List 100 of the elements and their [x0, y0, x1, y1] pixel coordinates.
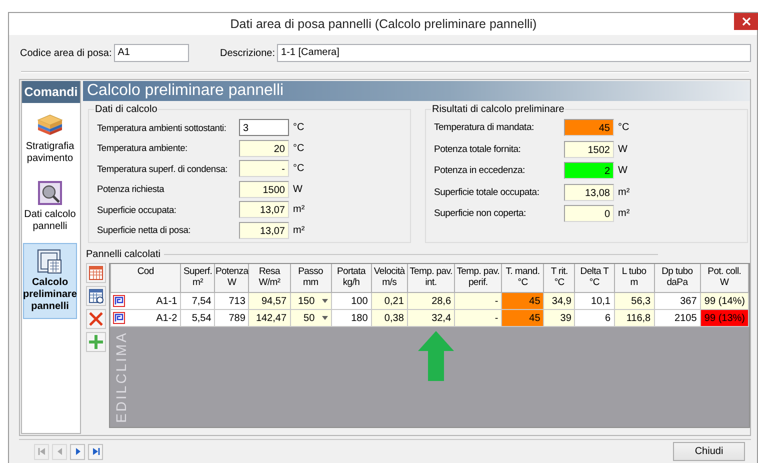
- field-label: Temperatura ambiente:: [97, 143, 188, 154]
- field-label: Superficie non coperta:: [434, 208, 527, 220]
- value-field[interactable]: 13,07: [239, 201, 289, 218]
- close-button[interactable]: [734, 13, 758, 30]
- cell-text: A1-1: [156, 296, 178, 306]
- table-cell: 789: [214, 310, 249, 326]
- skip-icon: [36, 447, 46, 456]
- table-cell: 2105: [654, 310, 700, 326]
- last-button[interactable]: [88, 444, 103, 460]
- table-icon: [88, 265, 104, 281]
- value-field[interactable]: 20: [239, 140, 289, 157]
- close-button[interactable]: Chiudi: [673, 442, 745, 461]
- caret-icon: [322, 316, 328, 320]
- field-label: Temperatura ambienti sottostanti:: [97, 122, 228, 132]
- table-cell: 28,6: [407, 292, 455, 310]
- table-cell: 39: [544, 310, 575, 326]
- delete-icon: [88, 311, 104, 327]
- field-label: Potenza in eccedenza:: [434, 165, 526, 176]
- column-header: Temp. pav. int.: [407, 264, 455, 292]
- column-header: Delta T °C: [574, 264, 614, 292]
- next-button[interactable]: [70, 444, 85, 460]
- unit-label: °C: [293, 142, 304, 154]
- field-label: Temperatura superf. di condensa:: [97, 164, 228, 174]
- sidebar-header: Comandi: [22, 81, 80, 103]
- column-header: T. mand. °C: [502, 264, 544, 292]
- sidebar-item[interactable]: Calcolo preliminare pannelli: [23, 243, 77, 319]
- section-label: Pannelli calcolati: [86, 249, 160, 260]
- value-field: 45: [564, 119, 614, 136]
- table-cell: 34,9: [544, 292, 575, 310]
- description-field[interactable]: 1-1 [Camera]: [277, 44, 751, 62]
- field-label: Codice area di posa:: [20, 48, 112, 58]
- table-cell: 0,21: [371, 292, 408, 310]
- field-label: Potenza richiesta: [97, 184, 166, 194]
- column-header: Passo mm: [290, 264, 332, 292]
- cell-text: A1-2: [156, 312, 178, 324]
- plus-icon: [88, 334, 104, 350]
- field-label: Superficie occupata:: [97, 204, 178, 215]
- table-cell: 367: [654, 292, 700, 310]
- table-cell: 0,38: [371, 310, 408, 326]
- table-cell: -: [454, 292, 502, 310]
- column-header: Velocità m/s: [371, 264, 408, 292]
- value-field[interactable]: 1500: [239, 180, 289, 198]
- unit-label: °C: [293, 122, 304, 133]
- unit-label: °C: [618, 122, 630, 133]
- column-header: Resa W/m²: [248, 264, 290, 292]
- table-cell: 32,4: [407, 310, 455, 326]
- table-cell: 6: [574, 310, 614, 326]
- table-cell: 100: [331, 292, 372, 310]
- add-button[interactable]: [86, 332, 106, 352]
- sidebar-item[interactable]: Stratigrafia pavimento: [23, 107, 77, 171]
- group-title: Dati di calcolo: [94, 104, 158, 115]
- table-cell: 99 (13%): [700, 310, 748, 326]
- unit-label: m²: [293, 224, 305, 236]
- value-field[interactable]: 3: [239, 119, 289, 136]
- layers-icon: [36, 112, 64, 138]
- table-cell: 56,3: [614, 292, 654, 310]
- delete-button[interactable]: [86, 309, 106, 329]
- column-header: Potenza W: [214, 264, 249, 292]
- value-field[interactable]: 13,07: [239, 222, 289, 239]
- section-header: Calcolo preliminare pannelli: [83, 81, 750, 101]
- unit-label: m²: [293, 204, 305, 216]
- field-label: Descrizione:: [220, 48, 276, 58]
- column-header: L tubo m: [614, 264, 654, 292]
- tool-button[interactable]: [86, 286, 106, 306]
- table-cell: 116,8: [614, 310, 654, 326]
- panel-icon: [113, 295, 125, 307]
- dropdown-cell[interactable]: 150: [290, 292, 332, 310]
- unit-label: W: [618, 165, 628, 176]
- column-header: Pot. coll. W: [700, 264, 748, 292]
- code-field[interactable]: A1: [114, 44, 189, 62]
- value-field[interactable]: -: [239, 160, 289, 178]
- column-header: T rit. °C: [544, 264, 575, 292]
- field-label: Superficie totale occupata:: [434, 186, 540, 198]
- column-header: Cod: [110, 264, 181, 292]
- cell-text: 150: [298, 296, 315, 306]
- unit-label: °C: [293, 163, 304, 174]
- skip-icon: [90, 447, 100, 456]
- table-icon: [88, 288, 104, 304]
- dropdown-cell[interactable]: 50: [290, 310, 332, 326]
- table-cell: 142,47: [248, 310, 290, 326]
- value-field: 1502: [564, 140, 614, 158]
- value-field: 2: [564, 162, 614, 180]
- caret-icon: [322, 299, 328, 303]
- table-cell: -: [454, 310, 502, 326]
- field-label: Superficie netta di posa:: [97, 225, 192, 236]
- column-header: Temp. pav. perif.: [454, 264, 502, 292]
- panel-icon: [113, 312, 125, 324]
- unit-label: W: [618, 144, 628, 155]
- unit-label: m²: [618, 186, 630, 198]
- column-header: Superf. m²: [180, 264, 215, 292]
- table-cell: 94,57: [248, 292, 290, 310]
- column-header: Dp tubo daPa: [654, 264, 700, 292]
- arrow-icon: [418, 331, 454, 381]
- tool-button[interactable]: [86, 263, 106, 283]
- table-cell: 7,54: [180, 292, 215, 310]
- table-cell: 5,54: [180, 310, 215, 326]
- group-title: Risultati di calcolo preliminare: [431, 104, 566, 115]
- unit-label: W: [293, 184, 302, 195]
- sidebar-item[interactable]: Dati calcolo pannelli: [23, 175, 77, 239]
- value-field: 0: [564, 205, 614, 222]
